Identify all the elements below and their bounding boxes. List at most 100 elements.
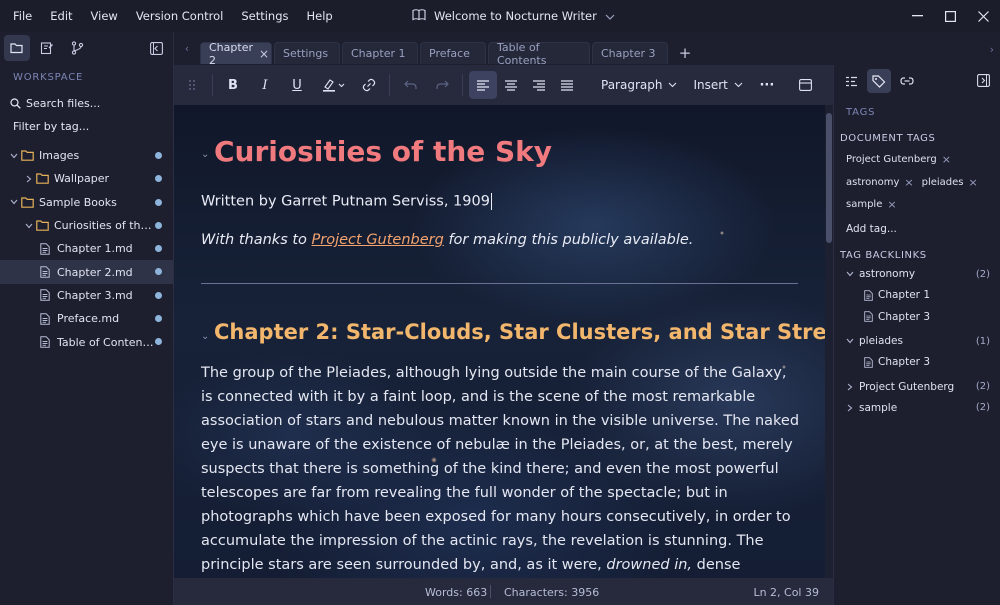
drag-handle-icon[interactable] [178, 71, 206, 99]
editor-canvas[interactable]: ⌄ Curiosities of the Sky Written by Garr… [174, 105, 825, 578]
links-panel-tab[interactable] [895, 69, 919, 93]
search-files[interactable]: Search files... [0, 92, 173, 115]
paragraph-style-dropdown[interactable]: Paragraph [593, 71, 685, 99]
highlight-button[interactable] [315, 71, 353, 99]
chevron-right-icon[interactable] [843, 404, 856, 412]
version-control-tab[interactable] [64, 35, 90, 61]
insert-dropdown[interactable]: Insert [685, 71, 750, 99]
tree-folder[interactable]: Images [0, 144, 173, 167]
remove-tag-icon[interactable]: × [904, 173, 913, 194]
tree-folder[interactable]: Wallpaper [0, 167, 173, 190]
collapse-right-panel-button[interactable] [975, 72, 991, 88]
window-title[interactable]: Welcome to Nocturne Writer [412, 0, 615, 32]
link-button[interactable] [355, 71, 383, 99]
tabs-scroll-left-icon[interactable]: ‹ [174, 32, 200, 65]
tab-chapter-2[interactable]: Chapter 2 × [200, 40, 272, 67]
tree-file[interactable]: Chapter 1.md [0, 237, 173, 260]
tab-settings[interactable]: Settings [274, 42, 340, 64]
backlink-document[interactable]: Chapter 3 [834, 352, 1000, 373]
editor-scrollbar[interactable] [825, 105, 833, 578]
chapter-heading[interactable]: Chapter 2: Star-Clouds, Star Clusters, a… [214, 320, 825, 344]
backlink-tag-row[interactable]: Project Gutenberg (2) [834, 376, 1000, 397]
backlink-tag-label: astronomy [859, 268, 916, 281]
remove-tag-icon[interactable]: × [969, 173, 978, 194]
chevron-down-icon[interactable] [23, 223, 35, 229]
bold-icon: B [228, 77, 238, 93]
menu-view[interactable]: View [82, 0, 127, 32]
tab-chapter-3[interactable]: Chapter 3 [592, 42, 668, 64]
chevron-right-icon[interactable] [23, 175, 35, 183]
author-line[interactable]: Written by Garret Putnam Serviss, 1909 [201, 193, 492, 210]
tag-chip[interactable]: astronomy × [846, 173, 914, 194]
thanks-line[interactable]: With thanks to Project Gutenberg for mak… [201, 232, 693, 248]
scrollbar-thumb[interactable] [826, 113, 832, 243]
sync-status-dot [155, 175, 162, 183]
close-window-button[interactable] [967, 0, 1000, 32]
tag-chip[interactable]: pleiades × [922, 173, 978, 194]
menu-version-control[interactable]: Version Control [127, 0, 233, 32]
menu-edit[interactable]: Edit [41, 0, 81, 32]
chevron-right-icon[interactable] [843, 383, 856, 391]
justify-button[interactable] [553, 71, 581, 99]
tree-folder[interactable]: Curiosities of the ... [0, 214, 173, 237]
tree-file[interactable]: Chapter 3.md [0, 284, 173, 307]
fold-heading-icon[interactable]: ⌄ [201, 331, 209, 342]
tree-file[interactable]: Chapter 2.md [0, 260, 173, 284]
filter-by-tag[interactable]: Filter by tag... [0, 115, 173, 138]
add-tag-input[interactable]: Add tag... [834, 219, 1000, 239]
cursor-position[interactable]: Ln 2, Col 39 [753, 586, 819, 599]
tabs-scroll-right-icon[interactable]: › [990, 43, 994, 56]
tab-chapter-1[interactable]: Chapter 1 [342, 42, 418, 64]
tab-preface[interactable]: Preface [420, 42, 486, 64]
toggle-layout-button[interactable] [791, 71, 819, 99]
tag-chip[interactable]: Project Gutenberg × [846, 150, 951, 171]
tree-file[interactable]: Table of Contents.... [0, 330, 173, 353]
new-tab-button[interactable]: + [670, 42, 700, 64]
tree-folder[interactable]: Sample Books [0, 191, 173, 214]
backlink-document[interactable]: Chapter 3 [834, 306, 1000, 327]
backlink-tag-row[interactable]: pleiades (1) [834, 330, 1000, 351]
tags-panel-tab[interactable] [867, 69, 891, 93]
chevron-down-icon[interactable] [8, 153, 20, 159]
tab-close-icon[interactable]: × [259, 48, 269, 60]
italic-button[interactable]: I [251, 71, 279, 99]
align-center-button[interactable] [497, 71, 525, 99]
maximize-button[interactable] [934, 0, 967, 32]
author-line-text: Written by Garret Putnam Serviss, 1909 [201, 193, 490, 210]
menu-help[interactable]: Help [298, 0, 342, 32]
menu-file[interactable]: File [4, 0, 41, 32]
chevron-down-icon[interactable] [843, 271, 856, 277]
chevron-down-icon[interactable] [8, 199, 20, 205]
menu-settings[interactable]: Settings [232, 0, 297, 32]
underline-button[interactable]: U [283, 71, 311, 99]
tag-chip[interactable]: sample × [846, 195, 897, 216]
backlink-tag-row[interactable]: sample (2) [834, 397, 1000, 418]
backlink-document[interactable]: Chapter 1 [834, 285, 1000, 306]
outline-tab[interactable] [34, 35, 60, 61]
redo-button[interactable] [428, 71, 456, 99]
tab-table-of-contents[interactable]: Table of Contents [488, 41, 590, 67]
document-title[interactable]: Curiosities of the Sky [214, 135, 552, 168]
layout-panel-icon [798, 79, 812, 91]
bold-button[interactable]: B [219, 71, 247, 99]
more-options-button[interactable]: ··· [753, 71, 781, 99]
body-paragraph[interactable]: The group of the Pleiades, although lyin… [201, 361, 801, 578]
chevron-down-icon[interactable] [843, 338, 856, 344]
files-tab[interactable] [4, 35, 30, 61]
collapse-sidebar-button[interactable] [147, 39, 165, 57]
tree-file[interactable]: Preface.md [0, 307, 173, 330]
align-right-button[interactable] [525, 71, 553, 99]
project-gutenberg-link[interactable]: Project Gutenberg [312, 232, 444, 248]
fold-heading-icon[interactable]: ⌄ [201, 149, 209, 160]
outline-panel-tab[interactable] [839, 69, 863, 93]
remove-tag-icon[interactable]: × [942, 150, 951, 171]
highlighter-icon [323, 79, 345, 92]
remove-tag-icon[interactable]: × [887, 195, 896, 216]
tab-label: Chapter 2 [209, 40, 253, 67]
align-left-button[interactable] [469, 71, 497, 99]
minimize-button[interactable] [901, 0, 934, 32]
menu-bar: File Edit View Version Control Settings … [0, 0, 342, 32]
backlink-tag-row[interactable]: astronomy (2) [834, 264, 1000, 285]
undo-icon [403, 80, 417, 89]
undo-button[interactable] [396, 71, 424, 99]
